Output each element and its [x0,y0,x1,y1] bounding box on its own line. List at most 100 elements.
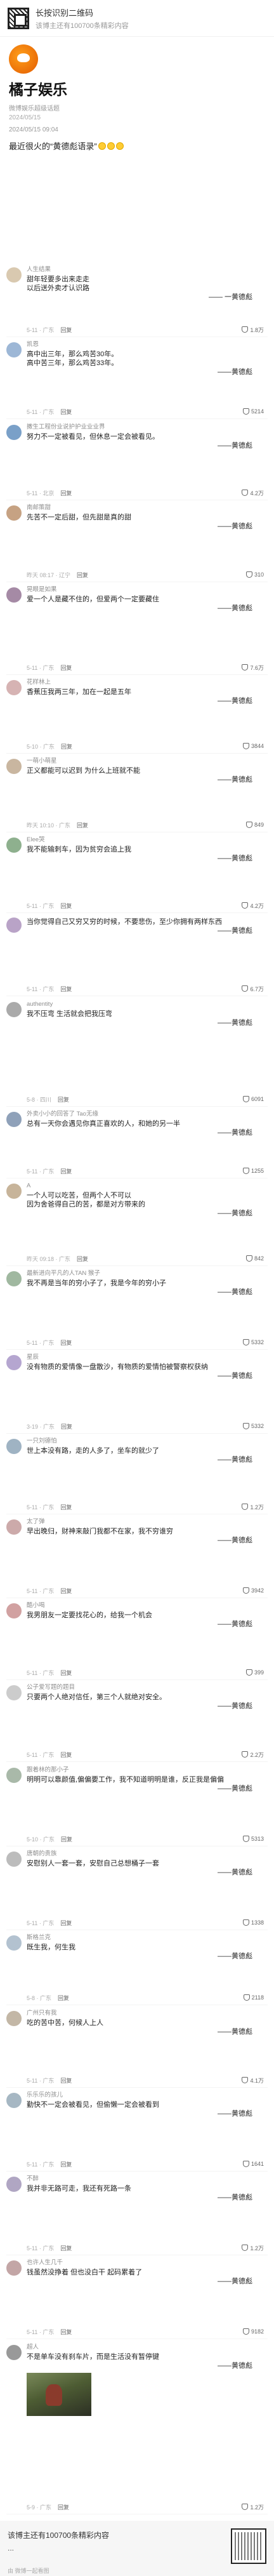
comment-item[interactable]: 一只刘德怕 世上本没有路，走的人多了，坐车的就少了 ——黄德彪 5-11 · 广东 回复… [6,1434,268,1514]
commenter-name[interactable]: 唐朝的贵族 [27,1850,268,1858]
reply-button[interactable]: 回复 [60,2328,72,2336]
like-button[interactable]: 6.7万 [242,985,264,993]
reply-button[interactable]: 回复 [58,2503,69,2511]
like-button[interactable]: 5313 [242,1836,264,1842]
commenter-avatar[interactable] [6,342,22,357]
commenter-avatar[interactable] [6,425,22,440]
comment-item[interactable]: 花样林上 香蕉压我两三年，加在一起是五年 ——黄德彪 5-10 · 广东 回复 3844 [6,675,268,754]
commenter-avatar[interactable] [6,680,22,695]
like-button[interactable]: 399 [245,1669,264,1676]
comment-item[interactable]: 太了弹 早出晚归，财神来敲门我都不在家，我不穷谁穷 ——黄德彪 5-11 · 广东 回复… [6,1514,268,1598]
reply-button[interactable]: 回复 [60,1587,72,1595]
reply-button[interactable]: 回复 [58,1994,69,2002]
commenter-name[interactable]: 星辰 [27,1354,268,1361]
commenter-name[interactable]: 斯格兰克 [27,1934,268,1942]
like-button[interactable]: 1255 [242,1168,264,1174]
reply-button[interactable]: 回复 [60,326,72,334]
like-button[interactable]: 1.2万 [242,1503,264,1511]
like-button[interactable]: 2118 [243,1994,264,2001]
comment-item[interactable]: 跟着林的那小子 明明可以靠颜值,偏偏要工作，我不知道明明是谁，反正我是偏偏 ——黄德… [6,1763,268,1846]
comment-item[interactable]: 公子爱写题的题目 只要两个人绝对信任，第三个人就绝对安全。 ——黄德彪 5-11 · … [6,1680,268,1762]
like-button[interactable]: 3942 [242,1587,264,1594]
commenter-avatar[interactable] [6,1603,22,1618]
like-button[interactable]: 1.2万 [242,2503,264,2511]
comment-item[interactable]: 南邮策甜 先苦不一定后甜，但先甜是真的甜 ——黄德彪 昨天 08:17 · 辽宁 回复 3… [6,500,268,582]
commenter-avatar[interactable] [6,1184,22,1199]
commenter-avatar[interactable] [6,505,22,521]
comment-item[interactable]: 人生结果 甜年轻要多出来走走 以后送外卖才认识路 —— 一黄德彪 5-11 · 广东 回复… [6,262,268,337]
reply-button[interactable]: 回复 [61,1422,72,1431]
like-button[interactable]: 4.2万 [242,902,264,910]
blogger-avatar[interactable] [9,44,38,74]
comment-item[interactable]: Elee哭 我不能输刺车，因为贫穷会追上我 ——黄德彪 5-11 · 广东 回复 4.2万 [6,832,268,913]
commenter-avatar[interactable] [6,1439,22,1454]
commenter-avatar[interactable] [6,587,22,603]
footer-qr-code-icon[interactable] [231,2528,266,2564]
reply-button[interactable]: 回复 [60,664,72,672]
comment-photo[interactable] [27,2373,91,2416]
commenter-name[interactable]: 公子爱写题的题目 [27,1684,268,1692]
reply-button[interactable]: 回复 [58,1095,69,1104]
commenter-avatar[interactable] [6,2093,22,2108]
commenter-name[interactable]: 太了弹 [27,1518,268,1526]
reply-button[interactable]: 回复 [60,1338,72,1347]
commenter-name[interactable]: 广州只有我 [27,2010,268,2017]
reply-button[interactable]: 回复 [60,1751,72,1759]
commenter-avatar[interactable] [6,838,22,853]
commenter-avatar[interactable] [6,1685,22,1700]
commenter-name[interactable]: 外卖小小的回答了 Tao无缘 [27,1111,268,1118]
reply-button[interactable]: 回复 [77,571,88,579]
like-button[interactable]: 5332 [242,1423,264,1429]
like-button[interactable]: 7.6万 [242,664,264,672]
commenter-name[interactable]: 撒生工程份业说护护业业业界 [27,424,268,431]
comment-item[interactable]: 广州只有我 吃的苦中苦，何候人上人 ——黄德彪 5-11 · 广东 回复 4.1万 [6,2006,268,2088]
reply-button[interactable]: 回复 [60,985,72,993]
reply-button[interactable]: 回复 [60,489,72,497]
commenter-avatar[interactable] [6,1355,22,1370]
comment-item[interactable]: 一萌小萌星 正义都能可以迟到 为什么上班就不能 ——黄德彪 昨天 10:10 · 广东… [6,754,268,832]
commenter-avatar[interactable] [6,2345,22,2360]
commenter-name[interactable]: 晃眼是如果 [27,586,268,594]
like-button[interactable]: 849 [245,822,264,828]
comment-item[interactable]: 斯格兰克 既生我，何生我 ——黄德彪 5-8 · 广东 回复 2118 [6,1930,268,2005]
like-button[interactable]: 4.1万 [242,2076,264,2085]
reply-button[interactable]: 回复 [60,2076,72,2085]
comment-item[interactable]: 外卖小小的回答了 Tao无缘 总有一天你会遇见你真正喜欢的人，和她的另一半 ——黄德… [6,1107,268,1178]
commenter-avatar[interactable] [6,1768,22,1783]
reply-button[interactable]: 回复 [77,1255,88,1263]
commenter-name[interactable]: 跟着林的那小子 [27,1766,268,1774]
reply-button[interactable]: 回复 [61,742,72,751]
comment-item[interactable]: 酷小喝 我男朋友一定要找花心的，给我一个机会 ——黄德彪 5-11 · 广东 回复 399 [6,1598,268,1680]
like-button[interactable]: 1641 [242,2161,264,2167]
commenter-name[interactable]: 不醉 [27,2175,268,2183]
comment-item[interactable]: 超人 不是单车没有刹车片，而是生活没有暂停键 ——黄德彪 5-9 · 广东 回复 1.2万 [6,2340,268,2514]
reply-button[interactable]: 回复 [60,1503,72,1511]
reply-button[interactable]: 回复 [60,2244,72,2252]
comment-item[interactable]: 晃眼是如果 爱一个人是藏不住的，但爱两个一定要藏住 ——黄德彪 5-11 · 广东 回复… [6,582,268,675]
commenter-avatar[interactable] [6,1112,22,1127]
comment-item[interactable]: 唐朝的贵族 安慰别人一套一套，安慰自己总想桶子一套 ——黄德彪 5-11 · 广东 回复… [6,1846,268,1930]
blogger-name[interactable]: 橘子娱乐 [9,77,265,99]
commenter-avatar[interactable] [6,759,22,774]
like-button[interactable]: 5332 [242,1339,264,1345]
commenter-avatar[interactable] [6,1935,22,1951]
commenter-name[interactable]: 凯恩 [27,341,268,349]
commenter-name[interactable]: 人生结果 [27,266,268,274]
reply-button[interactable]: 回复 [77,821,88,829]
like-button[interactable]: 1.8万 [242,326,264,334]
like-button[interactable]: 1338 [242,1919,264,1926]
comment-item[interactable]: 也许人生几千 钱虽然没挣着 但也没白干 起码累着了 ——黄德彪 5-11 · 广东 回复… [6,2255,268,2339]
commenter-name[interactable]: A [27,1182,268,1190]
comment-item[interactable]: 星辰 没有物质的爱情像一盘散沙，有物质的爱情怕被警察权获纳 ——黄德彪 3-19 · … [6,1350,268,1434]
commenter-name[interactable]: 酷小喝 [27,1602,268,1610]
reply-button[interactable]: 回复 [60,1167,72,1175]
like-button[interactable]: 5214 [242,408,264,415]
commenter-avatar[interactable] [6,2177,22,2192]
commenter-name[interactable]: 乐乐乐的孩儿 [27,2092,268,2099]
comment-item[interactable]: 乐乐乐的孩儿 勤快不一定会被看见，但偷懒一定会被看到 ——黄德彪 5-11 · 广东回… [6,2088,268,2172]
commenter-avatar[interactable] [6,918,22,933]
comment-item[interactable]: 最新进向平凡的人TAN 猴子 我不再是当年的穷小子了，我是今年的穷小子 ——黄德彪 5… [6,1266,268,1350]
reply-button[interactable]: 回复 [61,1835,72,1843]
comment-item[interactable]: 撒生工程份业说护护业业业界 努力不一定被看见，但休息一定会被看见。 ——黄德彪 5-1… [6,420,268,500]
like-button[interactable]: 4.2万 [242,489,264,497]
